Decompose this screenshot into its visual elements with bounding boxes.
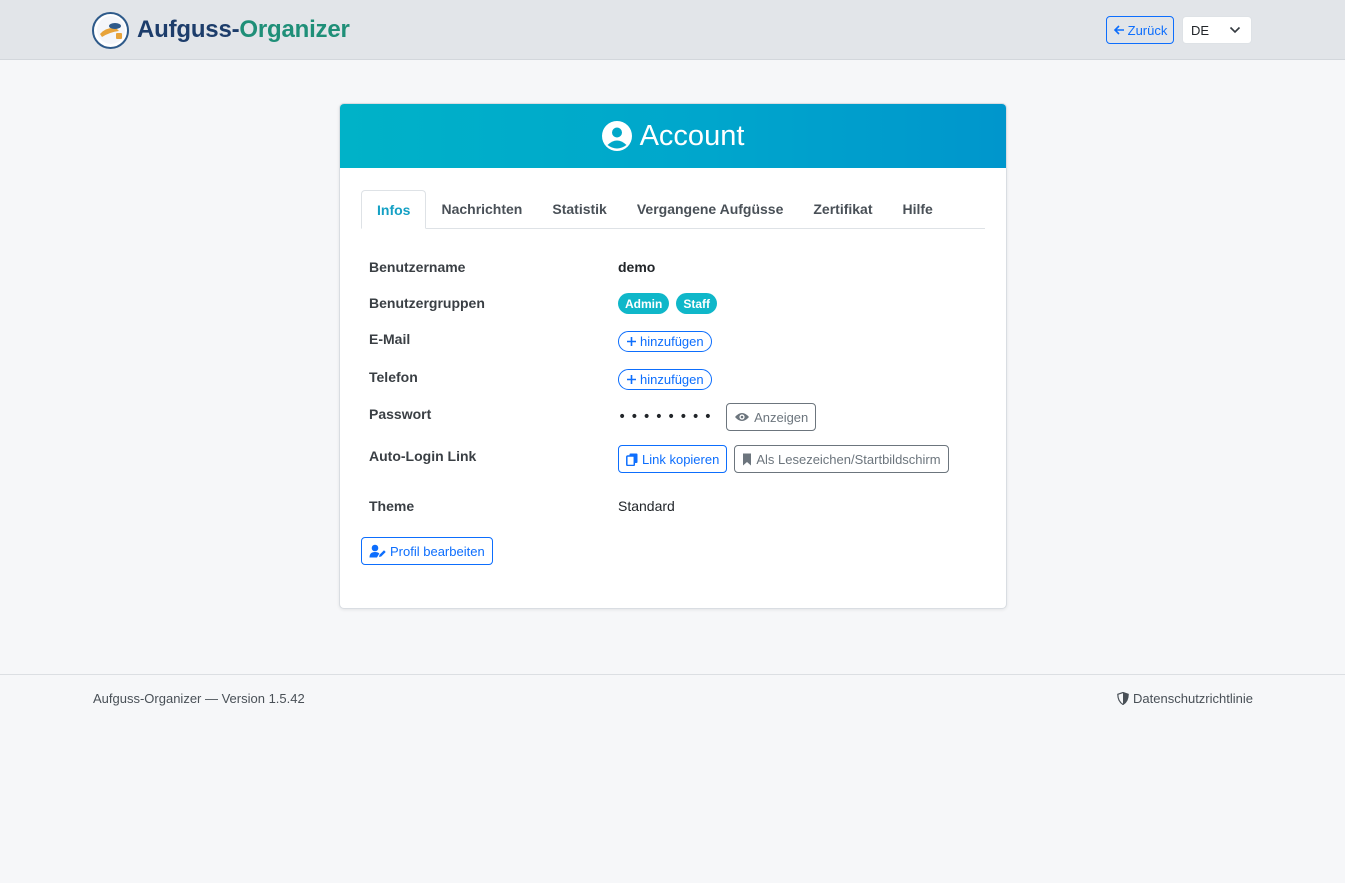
copy-link-label: Link kopieren bbox=[642, 451, 720, 467]
user-edit-icon bbox=[369, 544, 386, 558]
language-select-value: DE bbox=[1191, 22, 1210, 38]
groups-badges: Admin Staff bbox=[618, 293, 718, 314]
password-value: •••••••• Anzeigen bbox=[618, 403, 817, 431]
account-tabs: Infos Nachrichten Statistik Vergangene A… bbox=[361, 190, 985, 229]
bookmark-label: Als Lesezeichen/Startbildschirm bbox=[756, 451, 941, 467]
chevron-down-icon bbox=[1229, 26, 1241, 34]
bookmark-icon bbox=[743, 453, 752, 465]
copy-link-button[interactable]: Link kopieren bbox=[618, 445, 728, 473]
privacy-link[interactable]: Datenschutzrichtlinie bbox=[1117, 691, 1253, 706]
language-select[interactable]: DE bbox=[1182, 16, 1252, 44]
plus-icon bbox=[627, 337, 636, 346]
footer-divider bbox=[0, 674, 1345, 675]
show-password-button[interactable]: Anzeigen bbox=[726, 403, 817, 431]
tab-statistik[interactable]: Statistik bbox=[537, 190, 621, 228]
autologin-actions: Link kopieren Als Lesezeichen/Startbilds… bbox=[618, 445, 949, 473]
arrow-left-icon bbox=[1113, 25, 1124, 35]
brand-name-part2: Organizer bbox=[239, 16, 350, 43]
add-phone-button[interactable]: hinzufügen bbox=[618, 369, 712, 390]
user-circle-icon bbox=[601, 121, 632, 151]
card-header: Account bbox=[340, 104, 1006, 168]
copy-icon bbox=[626, 453, 638, 466]
card-title: Account bbox=[639, 119, 745, 152]
group-badge-staff: Staff bbox=[676, 293, 718, 314]
account-card: Account Infos Nachrichten Statistik Verg… bbox=[339, 103, 1007, 609]
back-button-label: Zurück bbox=[1127, 22, 1168, 38]
add-email-button[interactable]: hinzufügen bbox=[618, 331, 712, 352]
phone-label: Telefon bbox=[369, 369, 418, 385]
brand-logo-icon bbox=[92, 11, 129, 49]
theme-label: Theme bbox=[369, 498, 415, 514]
tab-nachrichten[interactable]: Nachrichten bbox=[426, 190, 537, 228]
username-value: demo bbox=[618, 259, 656, 275]
show-password-label: Anzeigen bbox=[754, 409, 809, 425]
email-value: hinzufügen bbox=[618, 331, 712, 352]
edit-profile-button[interactable]: Profil bearbeiten bbox=[361, 537, 493, 565]
tab-hilfe[interactable]: Hilfe bbox=[888, 190, 948, 228]
eye-icon bbox=[735, 413, 750, 421]
tab-zertifikat[interactable]: Zertifikat bbox=[798, 190, 887, 228]
email-label: E-Mail bbox=[369, 331, 411, 347]
tab-infos[interactable]: Infos bbox=[361, 190, 427, 229]
theme-value: Standard bbox=[618, 498, 675, 514]
edit-profile-label: Profil bearbeiten bbox=[390, 543, 485, 559]
bookmark-button[interactable]: Als Lesezeichen/Startbildschirm bbox=[734, 445, 949, 473]
groups-label: Benutzergruppen bbox=[369, 295, 485, 311]
add-email-label: hinzufügen bbox=[640, 334, 704, 349]
autologin-label: Auto-Login Link bbox=[369, 448, 477, 464]
phone-value: hinzufügen bbox=[618, 369, 712, 390]
username-label: Benutzername bbox=[369, 259, 466, 275]
password-label: Passwort bbox=[369, 406, 432, 422]
tab-vergangene-aufguesse[interactable]: Vergangene Aufgüsse bbox=[622, 190, 799, 228]
password-mask: •••••••• bbox=[618, 409, 717, 425]
brand-name-part1: Aufguss- bbox=[137, 16, 240, 43]
privacy-link-label: Datenschutzrichtlinie bbox=[1133, 691, 1253, 706]
brand-name: Aufguss-Organizer bbox=[137, 16, 350, 44]
shield-icon bbox=[1117, 692, 1129, 705]
add-phone-label: hinzufügen bbox=[640, 372, 704, 387]
group-badge-admin: Admin bbox=[618, 293, 670, 314]
plus-icon bbox=[627, 375, 636, 384]
back-button[interactable]: Zurück bbox=[1106, 16, 1174, 44]
footer-version: Aufguss-Organizer — Version 1.5.42 bbox=[93, 691, 305, 706]
brand[interactable]: Aufguss-Organizer bbox=[92, 11, 350, 49]
top-navbar: Aufguss-Organizer Zurück DE bbox=[0, 0, 1345, 60]
